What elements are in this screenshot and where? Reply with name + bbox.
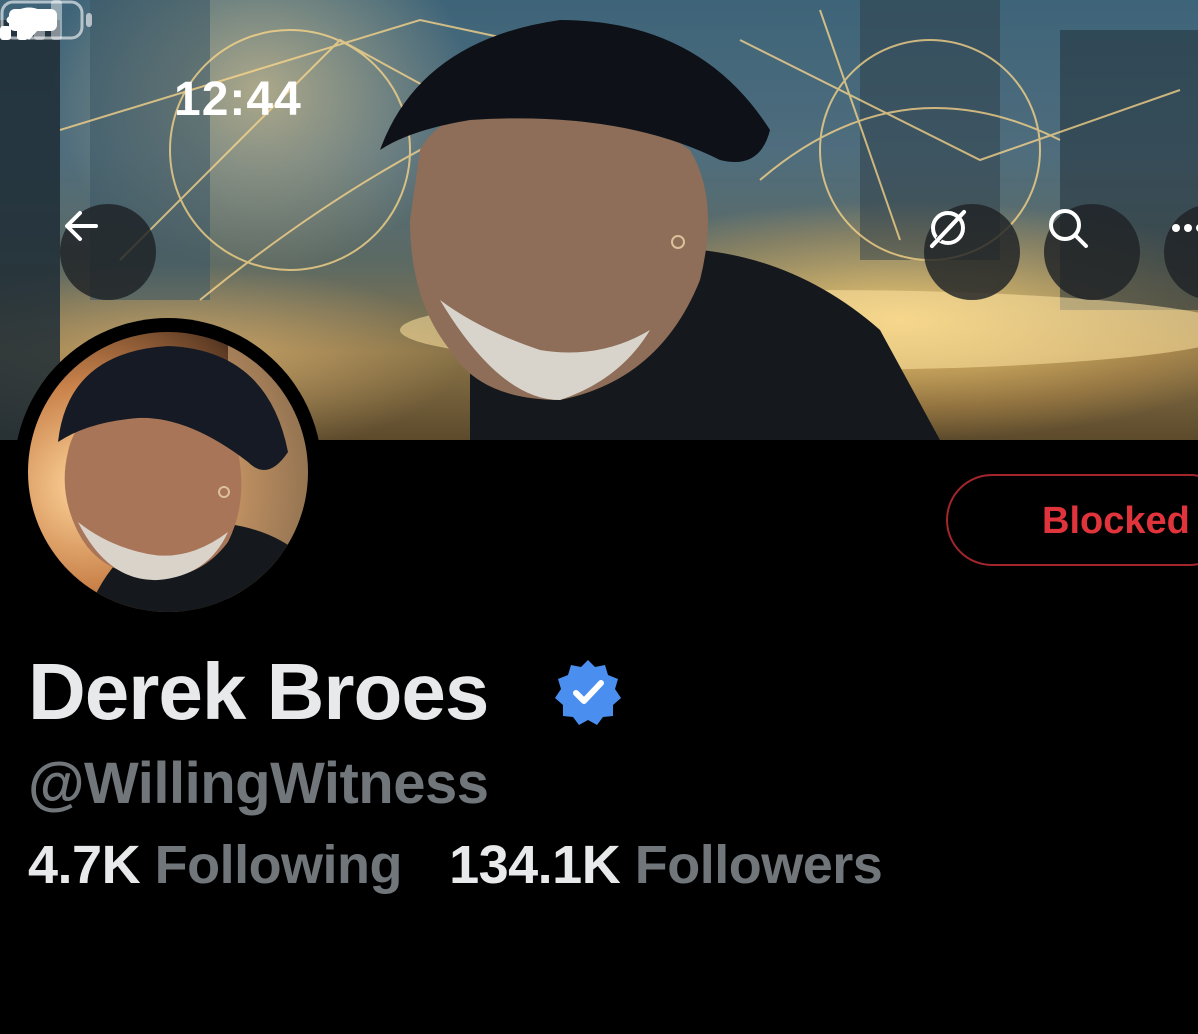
following-count: 4.7K xyxy=(28,835,141,895)
battery-icon xyxy=(0,0,92,40)
grok-button[interactable] xyxy=(924,204,1020,300)
avatar[interactable] xyxy=(14,318,322,626)
following-link[interactable]: 4.7K Following xyxy=(28,835,417,895)
blocked-button[interactable]: Blocked xyxy=(946,474,1198,566)
verified-badge-icon[interactable] xyxy=(552,656,624,728)
followers-label: Followers xyxy=(634,835,883,895)
arrow-left-icon xyxy=(65,211,98,241)
avatar-image xyxy=(28,332,308,612)
search-icon xyxy=(1049,209,1088,248)
status-time: 12:44 xyxy=(174,73,302,126)
more-icon xyxy=(1172,224,1198,232)
search-button[interactable] xyxy=(1044,204,1140,300)
followers-link[interactable]: 134.1K Followers xyxy=(449,835,883,895)
grok-icon xyxy=(930,210,966,248)
profile-page: 12:44 Blocked Derek Broes @WillingWitnes… xyxy=(0,0,1198,1034)
profile-stats: 4.7K Following 134.1K Followers xyxy=(28,834,883,898)
display-name: Derek Broes xyxy=(28,647,489,736)
followers-count: 134.1K xyxy=(449,835,621,895)
blocked-button-label: Blocked xyxy=(1042,500,1190,542)
following-label: Following xyxy=(154,835,403,895)
back-button[interactable] xyxy=(60,204,156,300)
user-handle: @WillingWitness xyxy=(28,751,489,816)
